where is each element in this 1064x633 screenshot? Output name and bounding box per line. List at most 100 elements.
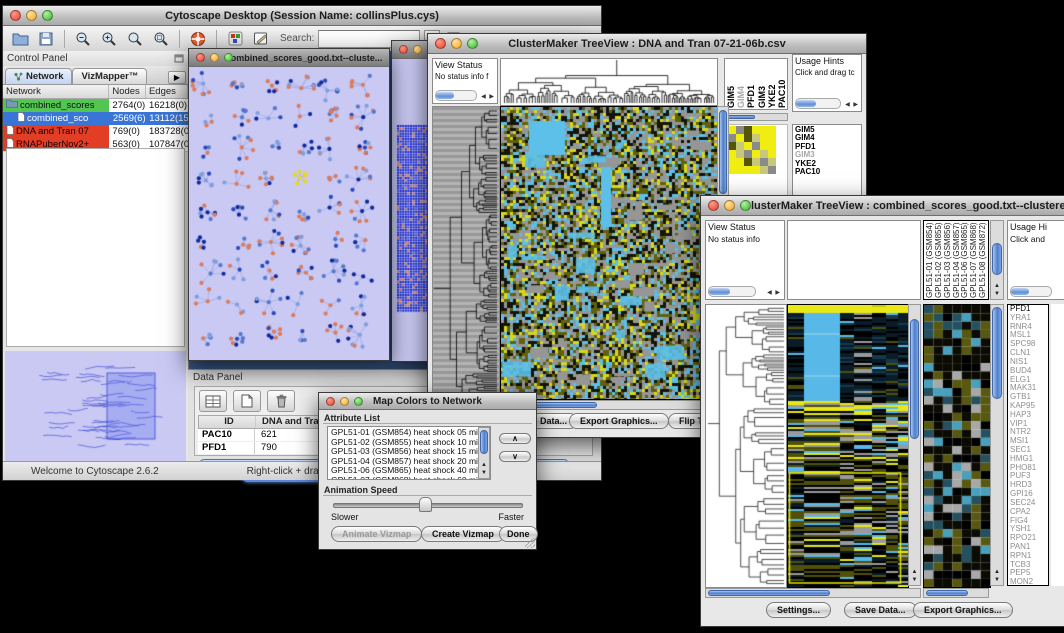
id-column-header[interactable]: ID (199, 416, 256, 428)
attribute-list-vscrollbar[interactable]: ▲ ▼ (478, 427, 490, 479)
network-overview-thumbnail[interactable] (5, 351, 186, 462)
tv2-row-dendrogram[interactable] (705, 304, 787, 588)
tv2-export-graphics-button[interactable]: Export Graphics... (913, 602, 1013, 618)
animate-vizmap-button[interactable]: Animate Vizmap (331, 526, 422, 542)
matrix-cell[interactable] (728, 142, 736, 150)
matrix-cell[interactable] (768, 158, 776, 166)
main-titlebar[interactable]: Cytoscape Desktop (Session Name: collins… (3, 6, 601, 26)
matrix-cell[interactable] (744, 126, 752, 134)
matrix-cell[interactable] (736, 134, 744, 142)
save-session-button[interactable] (35, 29, 57, 49)
tv1-row-label[interactable]: PAC10 (795, 168, 859, 176)
zoom-out-icon[interactable] (72, 29, 94, 49)
matrix-cell[interactable] (728, 150, 736, 158)
scroll-arrows[interactable]: ◀ ▶ (767, 289, 781, 296)
minimize-button[interactable] (26, 10, 37, 21)
matrix-cell[interactable] (752, 126, 760, 134)
zoom-button[interactable] (224, 53, 233, 62)
matrix-cell[interactable] (736, 166, 744, 174)
matrix-cell[interactable] (760, 134, 768, 142)
usage-hints-scrollbar[interactable] (1010, 286, 1052, 297)
minimize-button[interactable] (724, 200, 735, 211)
move-up-button[interactable]: ∧ (499, 433, 531, 444)
header-nodes[interactable]: Nodes (109, 85, 146, 98)
zoom-in-icon[interactable] (98, 29, 120, 49)
zoom-button[interactable] (354, 397, 363, 406)
tv2-column-label[interactable]: GPL51-03 (GSM856) (943, 222, 952, 298)
network-name-cell[interactable]: combined_scores (3, 99, 109, 112)
network-table-row[interactable]: combined_sco2569(6)13112(15) (3, 112, 188, 125)
matrix-cell[interactable] (728, 134, 736, 142)
matrix-cell[interactable] (736, 150, 744, 158)
attribute-list-item[interactable]: GPL51-07 (GSM868) heat shock 60 min (331, 476, 487, 480)
tv2-labels-vscrollbar[interactable]: ▲ ▼ (990, 220, 1004, 300)
matrix-cell[interactable] (728, 158, 736, 166)
tv1-labels-hscrollbar[interactable] (724, 113, 788, 121)
matrix-cell[interactable] (760, 166, 768, 174)
move-down-button[interactable]: ∨ (499, 451, 531, 462)
scroll-up-arrow[interactable]: ▲ (991, 569, 1003, 576)
matrix-cell[interactable] (744, 134, 752, 142)
matrix-cell[interactable] (768, 150, 776, 158)
matrix-cell[interactable] (752, 166, 760, 174)
matrix-cell[interactable] (744, 166, 752, 174)
minimize-button[interactable] (451, 38, 462, 49)
tv2-zoom-heatmap[interactable] (923, 304, 991, 588)
create-vizmap-button[interactable]: Create Vizmap (421, 526, 505, 542)
tab-vizmapper[interactable]: VizMapper™ (72, 68, 147, 84)
dialog-titlebar[interactable]: Map Colors to Network (319, 393, 536, 410)
tv2-column-label[interactable]: GPL51-08 (GSM872) (978, 222, 987, 298)
minimize-button[interactable] (413, 45, 422, 54)
tv2-save-data-button[interactable]: Save Data... (844, 602, 917, 618)
close-button[interactable] (326, 397, 335, 406)
matrix-cell[interactable] (736, 142, 744, 150)
tv2-column-label[interactable]: GPL51-01 (GSM854) (925, 222, 934, 298)
tv2-column-label[interactable]: GPL51-02 (GSM855) (934, 222, 943, 298)
attribute-select-icon[interactable] (199, 390, 227, 412)
tv1-column-label[interactable]: PFD1 (746, 60, 755, 108)
network1-titlebar[interactable]: combined_scores_good.txt--cluste... (189, 49, 389, 67)
tv1-column-labels-panel[interactable]: GIM5GIM4PFD1GIM3YKE2PAC10 (724, 58, 788, 110)
tv1-heatmap[interactable] (500, 106, 718, 400)
header-network[interactable]: Network (3, 85, 109, 98)
animation-slider-thumb[interactable] (419, 497, 432, 512)
close-button[interactable] (399, 45, 408, 54)
attribute-listbox[interactable]: GPL51-01 (GSM854) heat shock 05 minGPL51… (327, 426, 491, 480)
tv2-global-heatmap[interactable] (787, 304, 909, 588)
zoom-fit-icon[interactable] (124, 29, 146, 49)
minimize-button[interactable] (210, 53, 219, 62)
matrix-cell[interactable] (760, 126, 768, 134)
tv1-export-graphics-button[interactable]: Export Graphics... (569, 413, 669, 429)
scroll-arrows[interactable]: ◀ ▶ (481, 93, 495, 100)
matrix-cell[interactable] (752, 150, 760, 158)
matrix-cell[interactable] (736, 158, 744, 166)
tv2-left-hscrollbar[interactable] (705, 588, 921, 598)
tv1-column-label[interactable]: YKE2 (767, 60, 776, 108)
matrix-cell[interactable] (744, 150, 752, 158)
tv1-column-label[interactable]: GIM4 (736, 60, 745, 108)
network-name-cell[interactable]: combined_sco (3, 112, 110, 125)
tv1-column-dendrogram[interactable] (500, 58, 718, 106)
matrix-cell[interactable] (752, 134, 760, 142)
zoom-button[interactable] (740, 200, 751, 211)
matrix-cell[interactable] (744, 158, 752, 166)
scroll-up-arrow[interactable]: ▲ (479, 462, 489, 469)
matrix-cell[interactable] (736, 126, 744, 134)
zoom-button[interactable] (467, 38, 478, 49)
matrix-cell[interactable] (768, 166, 776, 174)
tv2-settings-button[interactable]: Settings... (766, 602, 831, 618)
scroll-arrows[interactable]: ◀ ▶ (845, 101, 859, 108)
tv2-column-labels-panel[interactable]: GPL51-01 (GSM854)GPL51-02 (GSM855)GPL51-… (923, 220, 989, 300)
matrix-cell[interactable] (760, 142, 768, 150)
usage-hints-scrollbar[interactable] (795, 98, 841, 109)
close-button[interactable] (435, 38, 446, 49)
float-panel-icon[interactable] (174, 54, 184, 63)
more-tabs-button[interactable]: ▶ (168, 71, 186, 84)
tv2-global-vscrollbar[interactable]: ▲ ▼ (908, 304, 921, 586)
tv1-similarity-matrix[interactable] (728, 126, 776, 174)
close-button[interactable] (708, 200, 719, 211)
scroll-down-arrow[interactable]: ▼ (479, 470, 489, 477)
matrix-cell[interactable] (760, 150, 768, 158)
matrix-cell[interactable] (768, 142, 776, 150)
tv2-column-label[interactable]: GPL51-06 (GSM865) (960, 222, 969, 298)
